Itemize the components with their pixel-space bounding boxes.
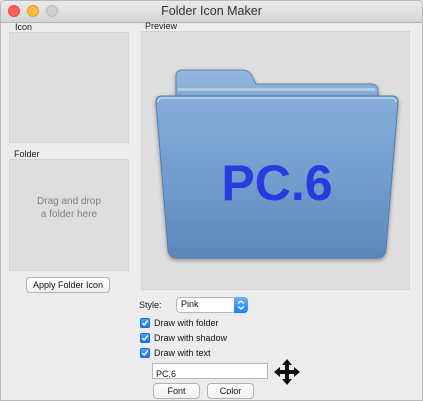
folder-preview-text: PC.6	[221, 155, 332, 211]
draw-with-text-label: Draw with text	[154, 348, 211, 358]
draw-with-shadow-checkbox[interactable]	[140, 333, 150, 343]
draw-with-shadow-label: Draw with shadow	[154, 333, 228, 343]
folder-drop-zone[interactable]: Drag and drop a folder here	[9, 159, 129, 271]
folder-text-input[interactable]	[153, 367, 267, 381]
move-arrows-icon[interactable]	[273, 358, 301, 386]
draw-with-text-checkbox[interactable]	[140, 348, 150, 358]
draw-with-folder-label: Draw with folder	[154, 318, 219, 328]
style-select-value: Pink	[181, 299, 199, 309]
preview-label: Preview	[145, 21, 178, 31]
style-select[interactable]: Pink	[176, 297, 248, 313]
icon-label: Icon	[15, 22, 33, 32]
color-button[interactable]: Color	[207, 383, 254, 399]
drop-hint-text: Drag and drop a folder here	[37, 196, 101, 220]
app-window: Folder Icon Maker Icon Folder Drag and d…	[0, 0, 423, 401]
icon-well[interactable]	[9, 32, 129, 143]
apply-folder-icon-button[interactable]: Apply Folder Icon	[26, 277, 110, 293]
chevron-updown-icon	[234, 297, 248, 313]
folder-label: Folder	[14, 149, 40, 159]
style-label: Style:	[139, 300, 162, 310]
draw-with-folder-checkbox[interactable]	[140, 318, 150, 328]
folder-text-field[interactable]	[152, 363, 268, 381]
preview-pane: PC.6	[141, 31, 410, 290]
window-title: Folder Icon Maker	[161, 4, 262, 18]
folder-preview: PC.6	[155, 69, 399, 259]
title-bar[interactable]: Folder Icon Maker	[1, 1, 422, 23]
font-button[interactable]: Font	[153, 383, 200, 399]
